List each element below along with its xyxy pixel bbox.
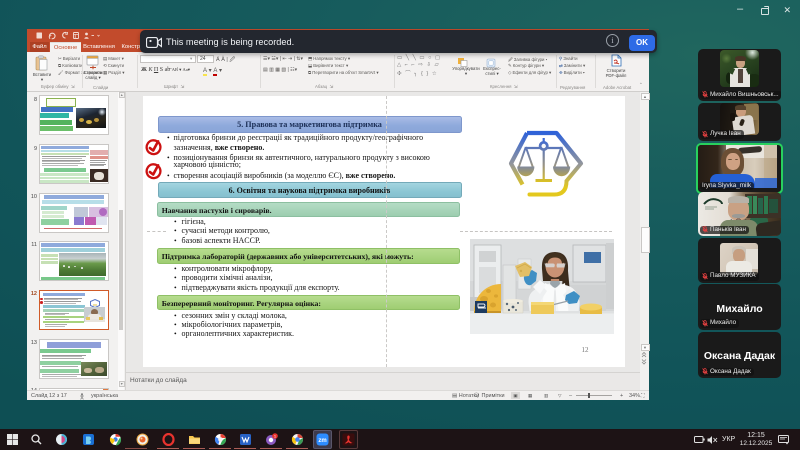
svg-text:zm: zm — [318, 438, 326, 444]
